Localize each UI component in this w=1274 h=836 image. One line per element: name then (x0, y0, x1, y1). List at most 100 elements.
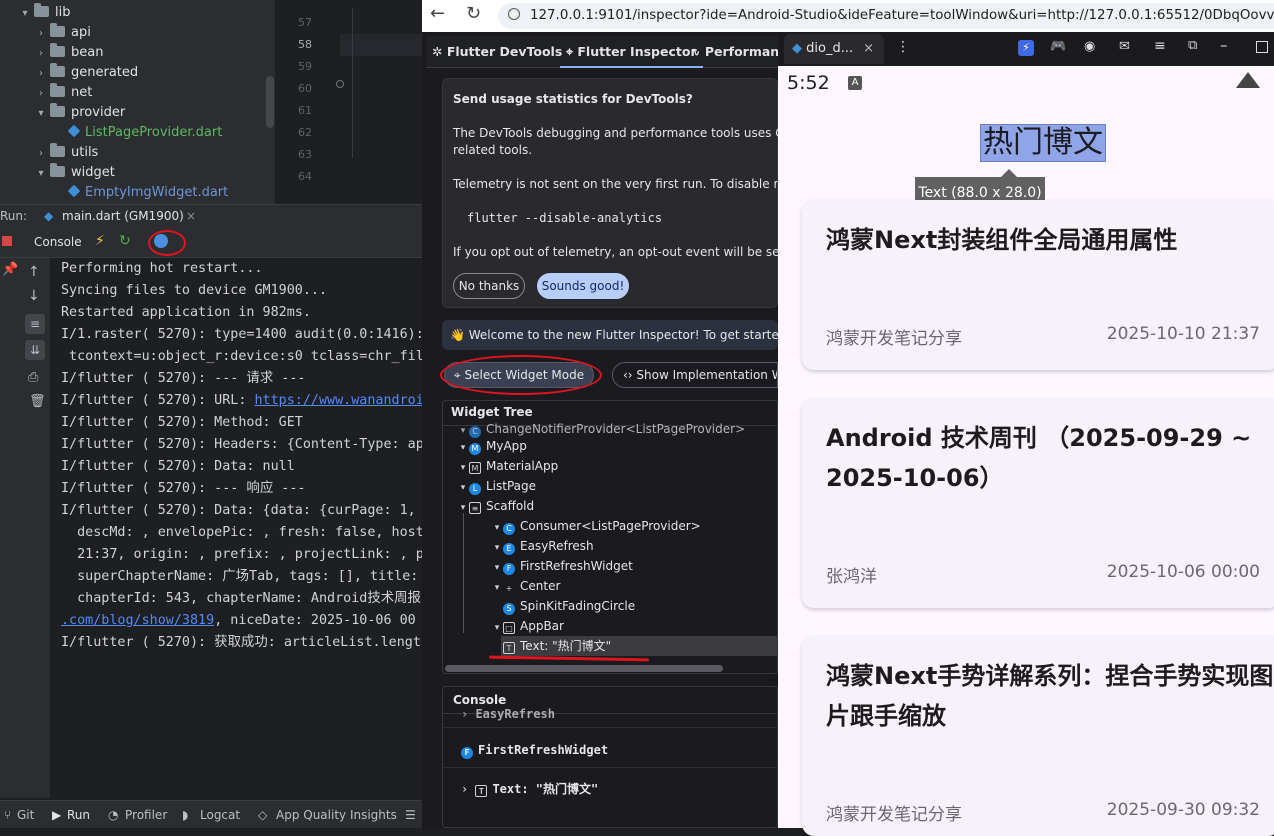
project-tree: ▾ lib › api › bean › generated › net ▾ provide… (0, 0, 275, 204)
widget-node[interactable]: ▾ ≡ Scaffold (457, 496, 534, 516)
console-line: I/1.raster( 5270): type=1400 audit(0.0:1… (61, 327, 422, 342)
appbar-title[interactable]: 热门博文 (980, 124, 1106, 162)
reload-icon[interactable]: ↻ (466, 3, 481, 24)
line-number: 61 (298, 104, 312, 117)
run-config-tab[interactable]: main.dart (GM1900) (62, 205, 184, 227)
console-entry[interactable]: › EasyRefresh (461, 707, 555, 721)
tree-file-listpageprovider[interactable]: ListPageProvider.dart (66, 123, 222, 143)
tree-scrollbar[interactable] (266, 76, 274, 128)
folder-icon (50, 163, 65, 177)
back-icon[interactable]: ← (430, 3, 445, 24)
widget-node[interactable]: ▾ F FirstRefreshWidget (491, 556, 633, 576)
scroll-up-icon[interactable]: ↑ (28, 264, 40, 280)
info-icon[interactable] (508, 8, 520, 20)
code-icon: ‹› (623, 368, 637, 382)
quality-icon: ◇ (258, 808, 268, 822)
widget-node[interactable]: ▾ M MyApp (457, 436, 527, 456)
hot-restart-icon[interactable]: ↻ (119, 233, 131, 249)
show-implementation-button[interactable]: ‹› Show Implementation Wi (612, 362, 778, 388)
account-icon[interactable]: ◉ (1084, 39, 1095, 54)
gamepad-icon[interactable]: 🎮 (1050, 39, 1066, 54)
close-icon[interactable]: × (186, 205, 196, 227)
profiler-icon: ◔ (108, 808, 119, 822)
article-card[interactable]: Android 技术周刊 （2025-09-29 ~ 2025-10-06） 张… (802, 398, 1274, 608)
pin-icon[interactable]: 📌 (2, 262, 18, 277)
tree-folder-widget[interactable]: ▾ widget (34, 163, 115, 183)
console-entry[interactable]: F FirstRefreshWidget (461, 743, 608, 759)
console-entry[interactable]: › T Text: "热门博文" (461, 780, 598, 797)
mail-icon[interactable]: ✉ (1119, 39, 1130, 54)
article-card[interactable]: 鸿蒙Next封装组件全局通用属性 鸿蒙开发笔记分享 2025-10-10 21:… (802, 200, 1274, 370)
widget-node[interactable]: ▾ M MaterialApp (457, 456, 558, 476)
print-icon[interactable]: ⎙ (28, 370, 38, 385)
console-output[interactable]: Performing hot restart... Syncing files … (50, 258, 422, 798)
maximize-icon[interactable] (1256, 41, 1268, 53)
close-icon[interactable]: × (863, 41, 874, 56)
tree-folder-utils[interactable]: › utils (34, 143, 98, 163)
chevron-right-icon: › (39, 88, 43, 99)
article-card[interactable]: 鸿蒙Next手势详解系列：捏合手势实现图片跟手缩放 鸿蒙开发笔记分享 2025-… (802, 636, 1274, 836)
tool-tab-logcat[interactable]: Logcat (200, 801, 240, 828)
stop-icon[interactable] (2, 236, 12, 246)
widget-tree-title: Widget Tree (451, 405, 533, 419)
console-title: Console (453, 693, 507, 707)
minimize-icon[interactable]: – (1220, 36, 1228, 54)
hot-reload-icon[interactable]: ⚡ (95, 233, 105, 249)
sounds-good-button[interactable]: Sounds good! (537, 273, 629, 299)
folder-icon (50, 103, 65, 117)
scroll-down-icon[interactable]: ↓ (28, 288, 40, 304)
chevron-right-icon: › (39, 48, 43, 59)
breakpoint-marker-icon[interactable] (336, 80, 344, 88)
tree-folder-api[interactable]: › api (34, 23, 91, 43)
tab-performance[interactable]: ∿ Performanc (690, 36, 787, 68)
tool-tab-app-quality[interactable]: App Quality Insights (276, 801, 397, 828)
widget-node[interactable]: S SpinKitFadingCircle (503, 596, 635, 616)
horizontal-scrollbar[interactable] (445, 665, 723, 672)
widget-node[interactable]: ▾ L ListPage (457, 476, 536, 496)
chevron-right-icon: › (39, 148, 43, 159)
console-tab[interactable]: Console (34, 235, 82, 249)
more-vert-icon[interactable]: ⋮ (896, 39, 910, 55)
tree-folder-net[interactable]: › net (34, 83, 92, 103)
external-icon[interactable]: ⧉ (1188, 38, 1197, 53)
tree-folder-provider[interactable]: ▾ provider (34, 103, 125, 123)
tool-tab-git[interactable]: Git (17, 801, 34, 828)
console-url-link[interactable]: https://www.wanandroi (254, 393, 422, 408)
menu-icon[interactable]: ≡ (1154, 38, 1166, 54)
status-time: 5:52 (787, 72, 830, 94)
tree-folder-generated[interactable]: › generated (34, 63, 138, 83)
more-icon[interactable]: ☰ (405, 801, 416, 828)
folder-icon (34, 3, 49, 17)
divider (443, 727, 777, 728)
inspector-icon: ⌖ (566, 44, 578, 59)
console-line: I/flutter ( 5270): --- 请求 --- (61, 371, 306, 386)
emulator-tab[interactable]: ◆ dio_d... × (784, 34, 884, 64)
widget-node[interactable]: ▾ + Center (491, 576, 561, 596)
tree-folder-bean[interactable]: › bean (34, 43, 103, 63)
widget-node-selected[interactable]: T Text: "热门博文" (501, 636, 777, 656)
console-blog-link[interactable]: .com/blog/show/3819 (61, 613, 214, 628)
flash-icon[interactable]: ⚡ (1018, 40, 1034, 56)
tree-folder-lib[interactable]: ▾ lib (18, 3, 70, 23)
article-date: 2025-09-30 09:32 (1106, 800, 1260, 820)
tab-flutter-devtools[interactable]: ✲ Flutter DevTools (432, 36, 562, 68)
red-annotation-ellipse (440, 355, 602, 395)
tab-flutter-inspector[interactable]: ⌖ Flutter Inspector (560, 36, 703, 68)
url-field[interactable]: 127.0.0.1:9101/inspector?ide=Android-Stu… (498, 3, 1274, 29)
soft-wrap-icon[interactable]: ≡ (25, 314, 45, 334)
console-side-tools: 📌 ↑ ↓ ≡ ⇊ ⎙ 🗑 (0, 258, 50, 798)
line-number: 64 (298, 170, 312, 183)
scroll-to-end-icon[interactable]: ⇊ (25, 340, 45, 360)
tool-tab-run[interactable]: Run (67, 801, 90, 828)
no-thanks-button[interactable]: No thanks (453, 273, 525, 299)
trash-icon[interactable]: 🗑 (29, 394, 46, 409)
line-number: 59 (298, 60, 312, 73)
line-number: 62 (298, 126, 312, 139)
widget-node[interactable]: ▾ □ AppBar (491, 616, 564, 636)
widget-tree-panel: Widget Tree ▾ C ChangeNotifierProvider<Lis… (442, 400, 778, 674)
widget-node[interactable]: ▾ C Consumer<ListPageProvider> (491, 516, 701, 536)
folder-icon (50, 43, 65, 57)
tree-file-emptyimgwidget[interactable]: EmptyImgWidget.dart (66, 183, 228, 203)
tool-tab-profiler[interactable]: Profiler (125, 801, 167, 828)
widget-node[interactable]: ▾ E EasyRefresh (491, 536, 594, 556)
